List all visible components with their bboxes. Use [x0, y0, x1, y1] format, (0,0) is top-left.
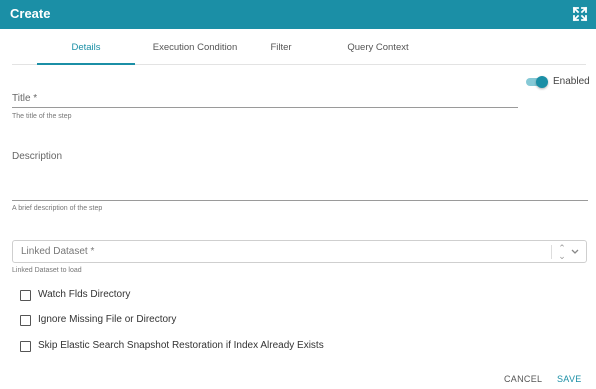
enabled-toggle[interactable] — [526, 76, 548, 88]
title-underline — [12, 107, 518, 108]
select-separator — [551, 245, 552, 259]
tab-filter[interactable]: Filter — [256, 38, 306, 65]
description-helper-text: A brief description of the step — [12, 205, 103, 212]
chevron-down-icon[interactable] — [570, 245, 580, 259]
save-button[interactable]: SAVE — [557, 374, 582, 384]
checkbox-skip-elastic-snapshot[interactable]: Skip Elastic Search Snapshot Restoration… — [20, 340, 340, 354]
dialog-title: Create — [10, 6, 51, 21]
fullscreen-icon[interactable] — [572, 6, 588, 22]
linked-dataset-select[interactable]: Linked Dataset * ⌃ ⌄ — [12, 240, 587, 263]
toggle-thumb — [536, 76, 548, 88]
tab-query-context[interactable]: Query Context — [332, 38, 424, 65]
description-field[interactable]: Description — [12, 151, 62, 162]
checkbox-box[interactable] — [20, 290, 31, 301]
dialog-header: Create — [0, 0, 596, 29]
checkbox-box[interactable] — [20, 315, 31, 326]
title-helper-text: The title of the step — [12, 113, 72, 120]
checkbox-box[interactable] — [20, 341, 31, 352]
title-field[interactable]: Title * — [12, 93, 37, 104]
linked-dataset-placeholder: Linked Dataset * — [21, 246, 95, 257]
checkbox-label: Skip Elastic Search Snapshot Restoration… — [38, 340, 324, 351]
tab-bar: Details Execution Condition Filter Query… — [12, 38, 586, 65]
tab-details[interactable]: Details — [37, 38, 135, 65]
enabled-label: Enabled — [553, 76, 590, 87]
tab-execution-condition[interactable]: Execution Condition — [140, 38, 250, 65]
description-underline — [12, 200, 588, 201]
cancel-button[interactable]: CANCEL — [504, 374, 542, 384]
sort-arrows-icon: ⌃ ⌄ — [558, 243, 566, 261]
checkbox-label: Ignore Missing File or Directory — [38, 314, 177, 325]
checkbox-ignore-missing-file[interactable]: Ignore Missing File or Directory — [20, 314, 240, 328]
linked-dataset-helper-text: Linked Dataset to load — [12, 267, 82, 274]
checkbox-watch-flds-directory[interactable]: Watch Flds Directory — [20, 289, 220, 303]
checkbox-label: Watch Flds Directory — [38, 289, 131, 300]
